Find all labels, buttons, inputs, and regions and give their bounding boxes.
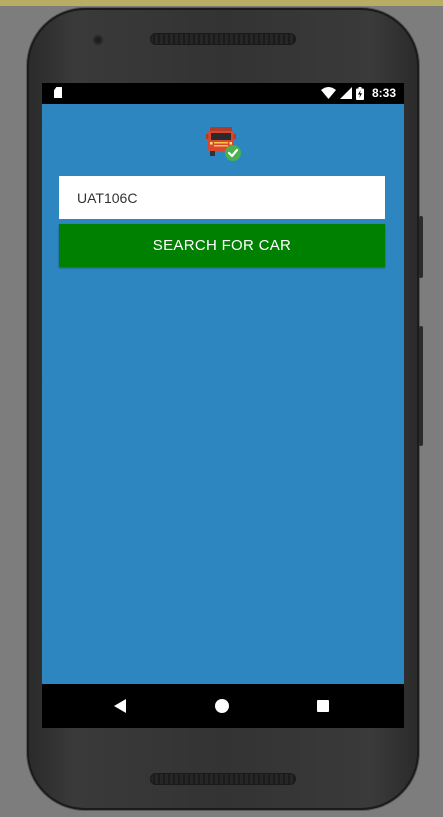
status-bar: 8:33 (42, 83, 404, 104)
bottom-speaker-grille (150, 773, 296, 785)
home-icon[interactable] (215, 699, 229, 713)
phone-screen: 8:33 SEARCH FOR CAR (42, 83, 404, 728)
app-content: SEARCH FOR CAR (42, 104, 404, 684)
battery-charging-icon (355, 86, 364, 100)
front-camera (93, 35, 103, 45)
back-icon[interactable] (114, 699, 126, 713)
status-time: 8:33 (371, 86, 396, 100)
plate-number-input[interactable] (59, 176, 385, 219)
sd-card-icon (54, 87, 62, 98)
status-icons: 8:33 (320, 86, 396, 100)
top-speaker-grille (150, 33, 296, 45)
wifi-icon (320, 87, 336, 99)
signal-icon (339, 87, 352, 99)
window-top-strip (0, 0, 443, 6)
search-for-car-button[interactable]: SEARCH FOR CAR (59, 224, 385, 267)
navigation-bar (42, 684, 404, 728)
truck-check-icon (206, 127, 241, 161)
recents-icon[interactable] (317, 700, 329, 712)
volume-button (419, 326, 423, 446)
power-button (419, 216, 423, 278)
